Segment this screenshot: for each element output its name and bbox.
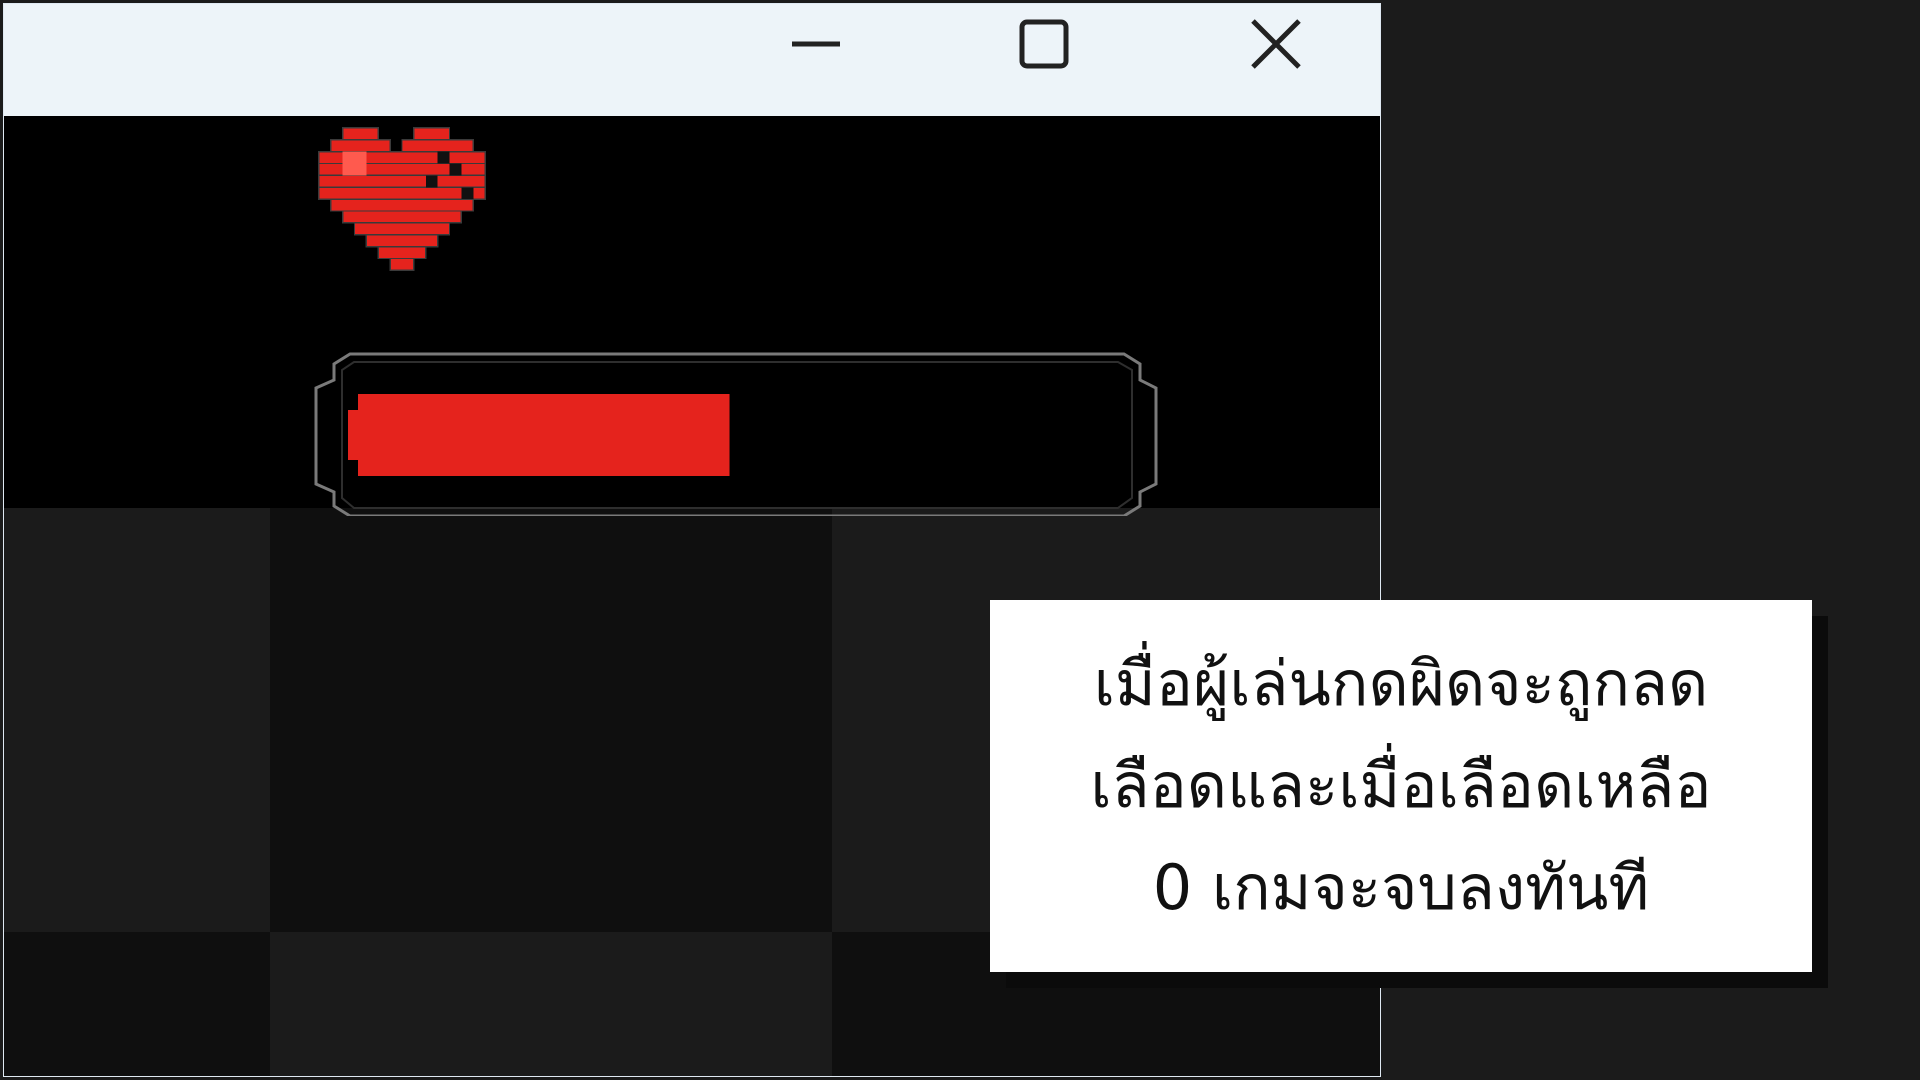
caption-line: เลือดและเมื่อเลือดเหลือ — [1090, 749, 1712, 822]
health-bar-fill — [358, 394, 730, 476]
floor-tile — [4, 508, 270, 932]
minimize-button[interactable] — [766, 4, 866, 84]
floor-tile — [4, 932, 270, 1076]
minimize-icon — [792, 41, 840, 47]
close-button[interactable] — [1226, 4, 1326, 84]
title-bar — [4, 4, 1380, 116]
floor-tile — [270, 508, 832, 932]
stage: เมื่อผู้เล่นกดผิดจะถูกลด เลือดและเมื่อเล… — [0, 0, 1920, 1080]
caption-line: 0 เกมจะจบลงทันที — [1152, 851, 1650, 924]
health-bar — [314, 352, 1158, 516]
hud-panel — [4, 116, 1380, 516]
maximize-button[interactable] — [994, 4, 1094, 84]
caption-line: เมื่อผู้เล่นกดผิดจะถูกลด — [1093, 647, 1709, 720]
health-bar-fill-notch — [348, 410, 360, 460]
maximize-icon — [1019, 19, 1069, 69]
close-icon — [1251, 19, 1301, 69]
caption-card: เมื่อผู้เล่นกดผิดจะถูกลด เลือดและเมื่อเล… — [990, 600, 1812, 972]
floor-tile — [270, 932, 832, 1076]
pixel-heart-icon — [318, 127, 486, 272]
